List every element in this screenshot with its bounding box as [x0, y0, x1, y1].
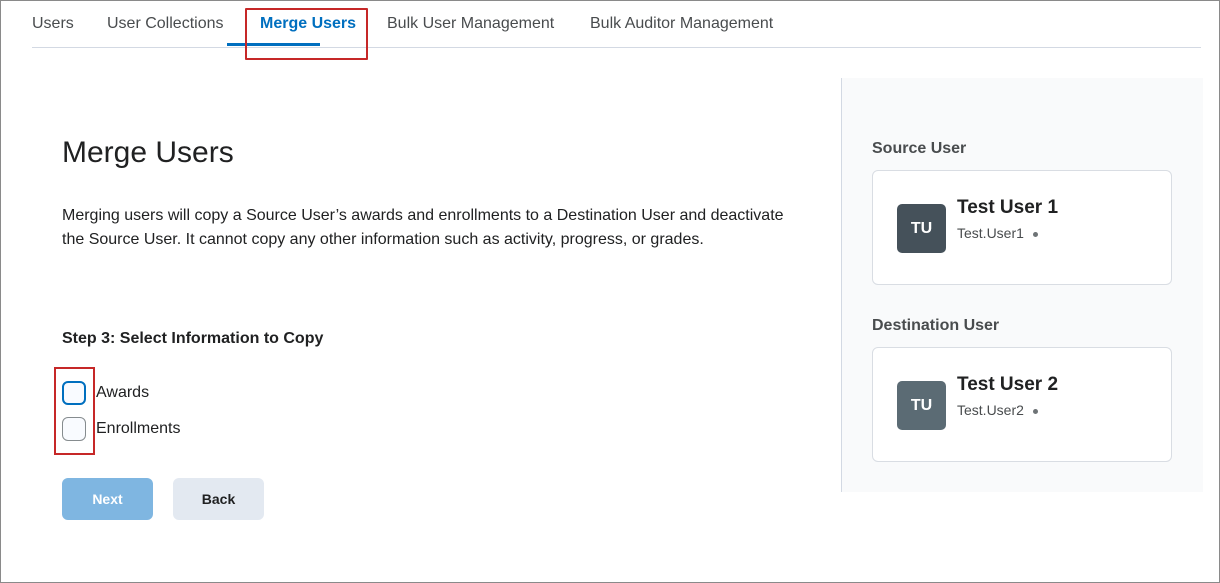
destination-user-name: Test User 2: [957, 374, 1059, 395]
checkbox-highlight-box: [54, 367, 95, 455]
status-dot-icon: [1032, 408, 1038, 414]
tab-bulk-auditor-management[interactable]: Bulk Auditor Management: [590, 15, 773, 33]
destination-user-username-row: Test.User2: [957, 402, 1038, 418]
next-button[interactable]: Next: [62, 478, 153, 520]
destination-user-heading: Destination User: [872, 317, 1000, 334]
tab-highlight-box: [245, 8, 368, 60]
back-button[interactable]: Back: [173, 478, 264, 520]
enrollments-label[interactable]: Enrollments: [96, 420, 180, 438]
page-description: Merging users will copy a Source User’s …: [62, 207, 784, 248]
destination-user-username: Test.User2: [957, 402, 1024, 418]
source-user-name: Test User 1: [957, 197, 1059, 218]
awards-label[interactable]: Awards: [96, 384, 149, 402]
destination-user-card: TU Test User 2 Test.User2: [872, 347, 1172, 462]
source-user-avatar: TU: [897, 204, 946, 253]
tab-users[interactable]: Users: [32, 15, 74, 33]
destination-user-avatar: TU: [897, 381, 946, 430]
source-user-username: Test.User1: [957, 225, 1024, 241]
source-user-heading: Source User: [872, 140, 967, 157]
tab-bulk-user-management[interactable]: Bulk User Management: [387, 15, 554, 33]
source-user-card: TU Test User 1 Test.User1: [872, 170, 1172, 285]
status-dot-icon: [1032, 231, 1038, 237]
tab-user-collections[interactable]: User Collections: [107, 15, 223, 33]
source-user-username-row: Test.User1: [957, 225, 1038, 241]
tab-bar: Users User Collections Merge Users Bulk …: [32, 0, 1201, 48]
page-title: Merge Users: [62, 136, 234, 169]
step-title: Step 3: Select Information to Copy: [62, 330, 324, 347]
